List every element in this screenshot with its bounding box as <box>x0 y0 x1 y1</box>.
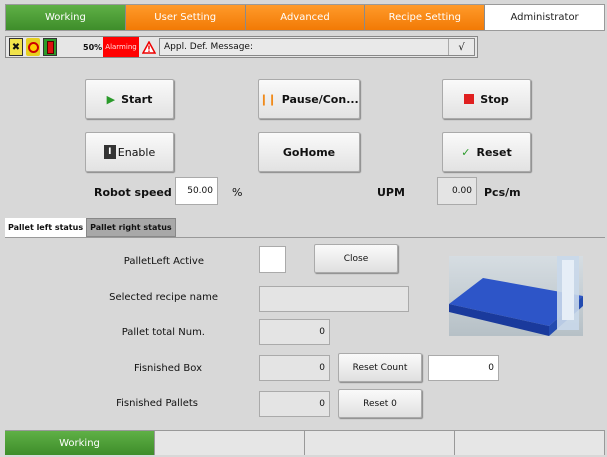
warning-icon <box>141 39 157 55</box>
pallet-tabs: Pallet left status Pallet right status <box>5 218 176 237</box>
top-nav: Working User Setting Advanced Recipe Set… <box>5 4 605 31</box>
reset-count-input[interactable]: 0 <box>428 355 499 381</box>
upm-unit: Pcs/m <box>484 186 521 199</box>
close-button[interactable]: Close <box>314 244 398 273</box>
finished-pallets-field: 0 <box>259 391 330 417</box>
tab-pallet-right[interactable]: Pallet right status <box>86 218 176 237</box>
play-icon: ▶ <box>106 92 116 106</box>
tab-recipe-setting[interactable]: Recipe Setting <box>365 5 486 30</box>
robot-speed-input[interactable]: 50.00 <box>175 177 218 205</box>
stop-button[interactable]: Stop <box>442 79 531 119</box>
bottom-tab-2[interactable] <box>155 431 305 455</box>
bottom-tab-4[interactable] <box>455 431 605 455</box>
pallet-total-label: Pallet total Num. <box>121 327 205 338</box>
tab-working[interactable]: Working <box>6 5 126 30</box>
start-button[interactable]: ▶ Start <box>85 79 174 119</box>
enable-icon: I <box>103 145 116 159</box>
battery-icon[interactable] <box>43 38 57 56</box>
acknowledge-button[interactable]: √ <box>448 39 474 55</box>
status-bar: ✖ 50% Alarming Appl. Def. Message: √ <box>5 36 478 58</box>
pause-continue-button[interactable]: ❙❙ Pause/Con... <box>258 79 360 119</box>
bottom-tab-3[interactable] <box>305 431 455 455</box>
message-box: Appl. Def. Message: √ <box>159 38 475 56</box>
tab-advanced[interactable]: Advanced <box>245 5 366 30</box>
gohome-button[interactable]: GoHome <box>258 132 360 172</box>
percent-readout: 50% <box>83 42 103 52</box>
upm-value: 0.00 <box>437 177 477 205</box>
robot-speed-label: Robot speed <box>94 186 172 199</box>
tab-administrator[interactable]: Administrator <box>485 5 604 30</box>
pallet-image <box>449 256 583 336</box>
reset-button[interactable]: ✓ Reset <box>442 132 531 172</box>
alarm-badge: Alarming <box>103 37 139 57</box>
pallet-total-field: 0 <box>259 319 330 345</box>
upm-label: UPM <box>377 186 405 199</box>
finished-pallets-label: Fisnished Pallets <box>116 398 198 409</box>
bottom-tab-working[interactable]: Working <box>5 431 155 455</box>
emergency-stop-icon[interactable] <box>26 38 40 56</box>
reset-count-button[interactable]: Reset Count <box>338 353 422 382</box>
check-icon: ✓ <box>461 145 471 159</box>
pallet-active-indicator[interactable] <box>259 246 286 273</box>
message-text: Appl. Def. Message: <box>164 42 253 52</box>
reset0-button[interactable]: Reset 0 <box>338 389 422 418</box>
stop-icon <box>464 94 475 104</box>
tab-user-setting[interactable]: User Setting <box>125 5 246 30</box>
recipe-name-label: Selected recipe name <box>109 292 218 303</box>
pallet-active-label: PalletLeft Active <box>123 256 204 267</box>
bottom-nav: Working <box>5 430 605 455</box>
enable-button[interactable]: I Enable <box>85 132 174 172</box>
finished-box-label: Fisnished Box <box>134 363 202 374</box>
fault-icon[interactable]: ✖ <box>9 38 23 56</box>
pause-icon: ❙❙ <box>259 92 276 106</box>
divider <box>5 237 605 238</box>
robot-speed-unit: % <box>232 186 243 199</box>
recipe-name-field <box>259 286 409 312</box>
tab-pallet-left[interactable]: Pallet left status <box>5 218 87 237</box>
finished-box-field: 0 <box>259 355 330 381</box>
